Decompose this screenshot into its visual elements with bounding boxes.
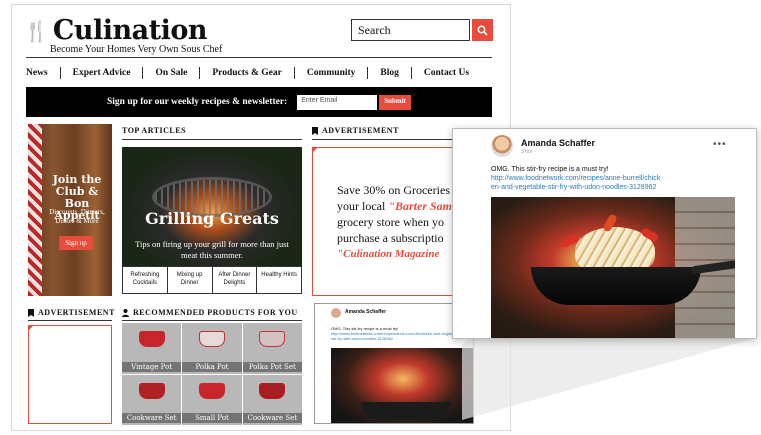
wok-image xyxy=(531,267,701,305)
avatar[interactable] xyxy=(491,135,513,157)
post-author[interactable]: Amanda Schaffer xyxy=(521,138,595,148)
post-text: OMG. This stir-fry recipe is a must try! xyxy=(491,166,609,173)
more-options-icon[interactable]: ••• xyxy=(713,139,727,150)
post-image[interactable] xyxy=(491,197,735,338)
post-link-line[interactable]: en-and-vegetable-stir-fry-with-udon-nood… xyxy=(491,183,691,192)
post-link-line[interactable]: http://www.foodnetwork.com/recipes/anne-… xyxy=(491,174,691,183)
zoomed-post-card[interactable]: Amanda Schaffer 3 hrs ••• OMG. This stir… xyxy=(452,128,757,339)
post-link[interactable]: http://www.foodnetwork.com/recipes/anne-… xyxy=(491,174,691,192)
post-timestamp: 3 hrs xyxy=(521,149,533,155)
